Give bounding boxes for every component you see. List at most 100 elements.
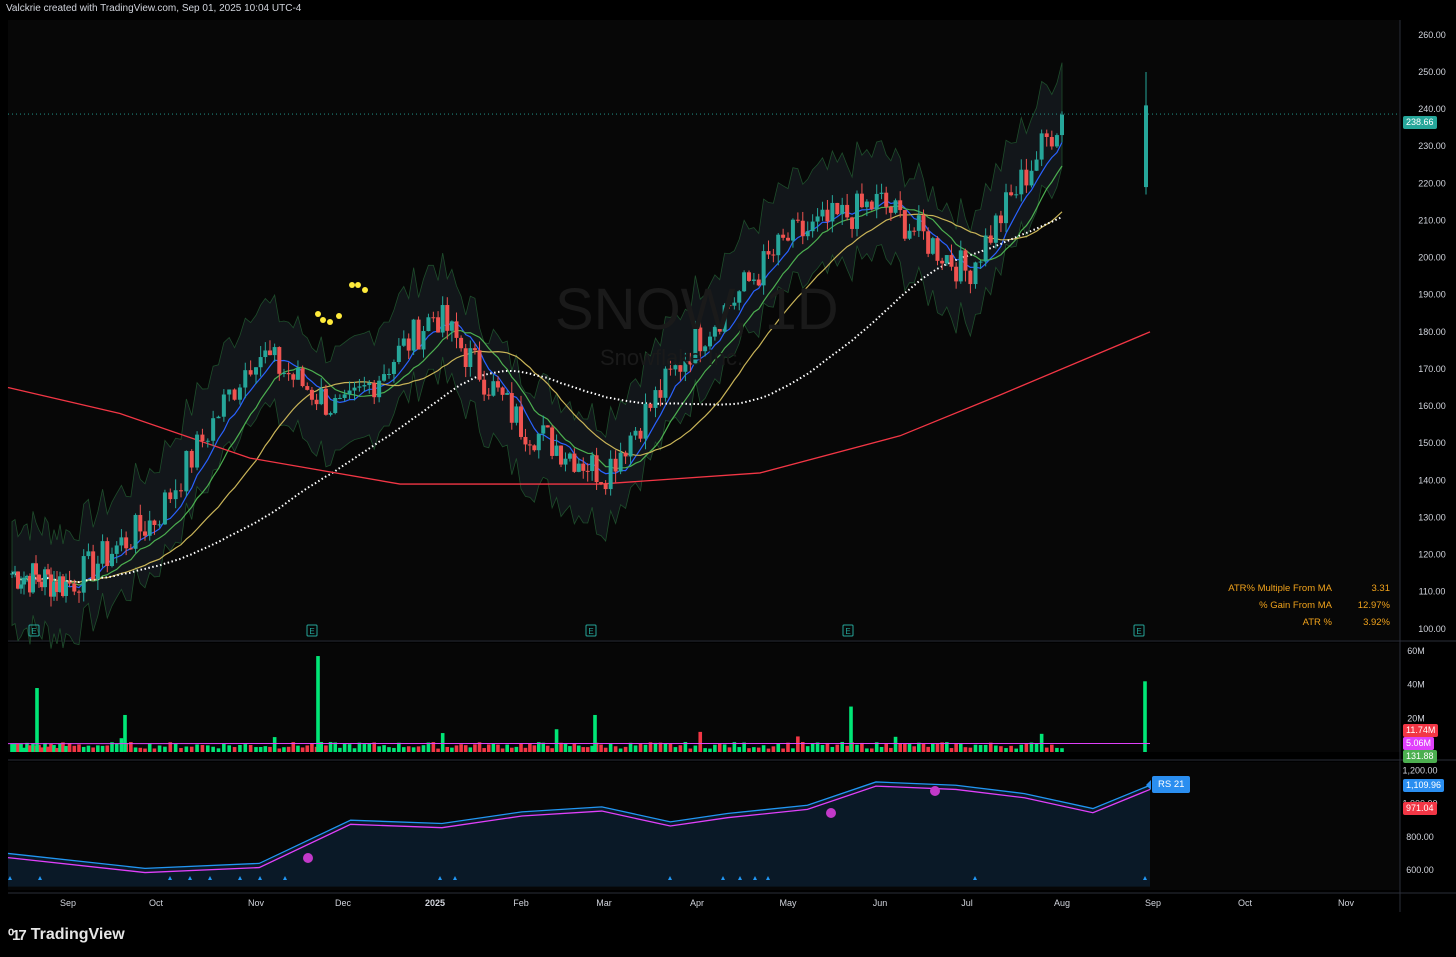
candle-body	[599, 482, 604, 484]
volume-bar	[623, 746, 628, 752]
candle-body	[567, 453, 572, 459]
candle-body	[835, 202, 840, 215]
candle-body	[267, 350, 272, 356]
volume-bar	[1055, 747, 1059, 752]
candle-body	[523, 436, 528, 445]
volume-bar	[1034, 743, 1039, 752]
candle-body	[968, 270, 973, 285]
candle-body	[572, 453, 577, 472]
candle-body	[416, 319, 421, 350]
candle-body	[958, 250, 963, 282]
candle-body	[884, 192, 889, 207]
volume-tick-label: 60M	[1407, 646, 1425, 656]
candle-body	[237, 387, 242, 400]
volume-bar	[999, 746, 1003, 752]
candle-body	[333, 397, 338, 414]
volume-bar	[855, 744, 859, 752]
candle-body	[411, 319, 416, 351]
rs-tick-label: 800.00	[1406, 832, 1434, 842]
volume-badge-2: 5.06M	[1403, 737, 1435, 750]
volume-bar	[559, 742, 563, 752]
volume-bar	[86, 745, 91, 752]
candle-body	[628, 435, 633, 457]
volume-bar	[713, 744, 717, 752]
candle-body	[114, 545, 119, 554]
volume-bar	[931, 743, 935, 752]
volume-bar	[491, 743, 496, 752]
volume-badge-1: 11.74M	[1403, 724, 1439, 737]
volume-bar	[189, 746, 194, 752]
candle-body	[536, 433, 541, 451]
price-tick-label: 210.00	[1418, 215, 1446, 225]
time-tick-label: Aug	[1054, 898, 1070, 908]
candle-body	[128, 548, 133, 550]
price-chart[interactable]: 100.00 110.00 120.00 130.00 140.00 150.00 160.…	[0, 0, 1456, 957]
volume-bar	[357, 742, 362, 752]
candle-body	[189, 450, 194, 468]
volume-bar	[963, 747, 968, 752]
volume-bar	[282, 747, 286, 752]
volume-bar	[72, 745, 77, 752]
signal-dot	[320, 317, 326, 323]
volume-bar	[703, 748, 707, 752]
ticker-watermark: SNOW, 1D	[555, 277, 839, 342]
volume-bar	[727, 747, 732, 752]
candle-body	[200, 434, 205, 442]
volume-bar	[1019, 744, 1024, 752]
volume-bar	[663, 743, 668, 752]
candle-body	[216, 416, 221, 419]
price-tick-label: 130.00	[1418, 512, 1446, 522]
candle-body	[195, 434, 200, 468]
volume-pane	[8, 643, 1400, 752]
time-tick-label: Sep	[1145, 898, 1161, 908]
candle-body	[34, 563, 38, 575]
tradingview-brand[interactable]: ⁰17 TradingView	[8, 926, 125, 944]
candle-body	[243, 370, 248, 388]
volume-bar	[643, 744, 648, 752]
candle-body	[608, 458, 613, 490]
volume-bar	[747, 748, 751, 752]
volume-bar	[173, 743, 178, 752]
volume-bar	[698, 731, 703, 752]
volume-bar	[921, 743, 926, 752]
candle-body	[988, 235, 993, 243]
volume-spike-bar	[593, 714, 597, 752]
candle-body	[110, 553, 114, 567]
brand-name: TradingView	[30, 926, 125, 943]
candle-body	[800, 220, 805, 237]
candle-body	[100, 541, 105, 564]
volume-bar	[436, 748, 440, 752]
volume-bar	[618, 748, 623, 752]
volume-bar	[454, 745, 459, 752]
candle-body	[902, 210, 907, 239]
volume-tick-label: 40M	[1407, 680, 1425, 690]
volume-bar	[179, 747, 183, 752]
volume-bar	[563, 743, 568, 752]
volume-bar	[935, 743, 940, 752]
volume-bar	[917, 742, 921, 752]
candle-body	[805, 231, 810, 237]
time-tick-label: Nov	[1338, 898, 1355, 908]
price-tick-label: 100.00	[1418, 624, 1446, 634]
candle-body	[382, 374, 387, 381]
volume-bar	[445, 746, 450, 752]
candle-body	[581, 463, 586, 471]
volume-bar	[796, 736, 800, 752]
volume-bar	[473, 744, 477, 752]
volume-bar	[879, 746, 884, 752]
price-tick-label: 250.00	[1418, 67, 1446, 77]
signal-dot	[349, 282, 355, 288]
volume-bar	[91, 747, 95, 752]
volume-bar	[1044, 747, 1049, 752]
candle-body	[387, 373, 391, 375]
volume-bar	[411, 747, 416, 752]
price-tick-label: 150.00	[1418, 438, 1446, 448]
candle-body	[277, 347, 282, 374]
volume-bar	[954, 743, 958, 752]
volume-bar	[67, 743, 72, 752]
price-tick-label: 240.00	[1418, 104, 1446, 114]
candle-body	[173, 490, 178, 500]
volume-bar	[884, 743, 889, 752]
price-tick-label: 190.00	[1418, 290, 1446, 300]
candle-body	[633, 430, 638, 436]
